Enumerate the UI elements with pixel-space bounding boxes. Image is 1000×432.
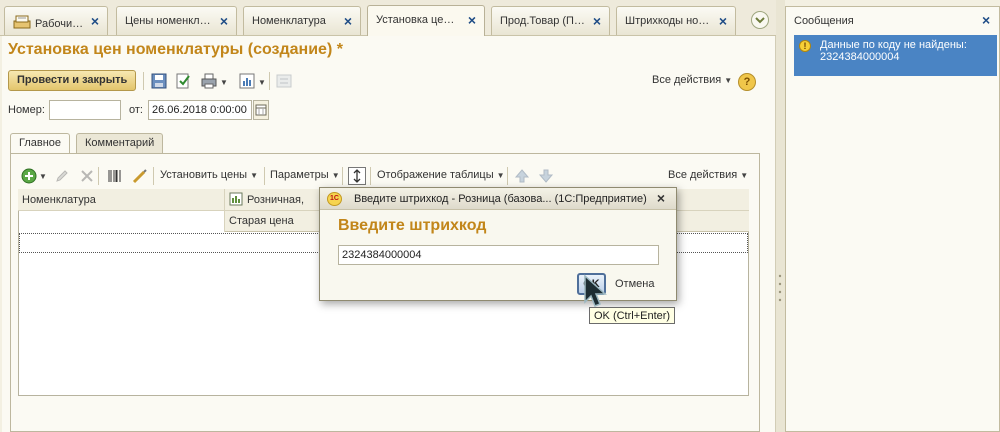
tab-label: Прод.Товар (П… [500,15,585,27]
structure-icon[interactable] [275,72,293,90]
toolbar-separator [342,167,343,185]
app-logo-icon: 1С [327,192,342,206]
number-field[interactable] [49,100,121,120]
panel-splitter[interactable] [776,0,785,432]
tab-prices[interactable]: Цены номенкл… × [116,6,237,35]
barcode-icon[interactable] [106,167,124,185]
column-old-price[interactable]: Старая цена [229,215,294,227]
close-icon[interactable]: × [652,190,670,207]
close-icon[interactable]: × [719,14,727,28]
arrow-up-icon[interactable] [513,167,531,185]
toolbar-separator [370,167,371,185]
page-title: Установка цен номенклатуры (создание) * [8,41,343,58]
calendar-icon[interactable] [253,100,269,120]
parameters-label: Параметры [270,169,329,181]
close-icon[interactable]: × [344,14,352,28]
mouse-cursor-icon [583,274,609,313]
table-all-actions-menu[interactable]: Все действия ▼ [668,169,748,181]
post-icon[interactable] [174,72,192,90]
column-divider[interactable] [224,189,225,232]
tab-label: Рабочи… [35,18,84,30]
close-icon[interactable]: × [468,13,476,27]
all-actions-label: Все действия [668,169,738,181]
tab-main[interactable]: Главное [10,133,71,154]
dialog-titlebar[interactable]: 1С Введите штрихкод - Розница (базова...… [320,188,676,210]
chevron-down-icon [755,17,765,24]
tab-bar: Рабочи… × Цены номенкл… × Номенклатура ×… [0,0,778,36]
barcode-input[interactable]: 2324384000004 [338,245,659,265]
column-retail[interactable]: Розничная, [247,194,304,206]
messages-panel: Сообщения × ! Данные по коду не найдены:… [785,6,1000,432]
toolbar-separator [98,167,99,185]
edit-icon[interactable] [53,167,71,185]
add-icon[interactable] [20,167,38,185]
toolbar-separator [269,72,270,90]
tab-label: Установка це… [376,14,455,26]
desktop-icon [13,15,31,29]
add-dropdown-icon[interactable]: ▼ [39,172,47,181]
tab-goods-sale[interactable]: Прод.Товар (П… × [491,6,610,35]
warning-icon: ! [799,40,811,52]
price-type-icon [229,192,243,209]
tab-label: Номенклатура [252,15,326,27]
help-icon[interactable]: ? [738,73,756,91]
fill-icon[interactable] [131,167,149,185]
close-icon[interactable]: × [982,12,990,28]
tab-barcodes[interactable]: Штрихкоды но… × [616,6,736,35]
message-text: Данные по коду не найдены: 2324384000004 [820,39,967,63]
messages-title: Сообщения [794,15,854,27]
all-actions-label: Все действия [652,74,722,86]
dialog-title: Введите штрихкод - Розница (базова... (1… [354,193,647,205]
tabs-menu-button[interactable] [751,11,769,29]
table-display-label: Отображение таблицы [377,169,494,181]
set-prices-menu[interactable]: Установить цены ▼ [160,169,258,181]
tab-desktop[interactable]: Рабочи… × [4,6,108,35]
table-display-menu[interactable]: Отображение таблицы ▼ [377,169,505,181]
tab-comment[interactable]: Комментарий [76,133,164,153]
toolbar-separator [153,167,154,185]
close-icon[interactable]: × [91,14,99,28]
close-icon[interactable]: × [220,14,228,28]
message-item[interactable]: ! Данные по коду не найдены: 23243840000… [794,35,997,76]
number-label: Номер: [8,104,45,116]
post-and-close-button[interactable]: Провести и закрыть [8,70,137,91]
splitter-handle[interactable] [778,273,782,307]
date-field[interactable]: 26.06.2018 0:00:00 [148,100,252,120]
date-label: от: [129,104,143,116]
delete-icon[interactable] [78,167,96,185]
print-dropdown-icon[interactable]: ▼ [220,78,228,87]
cancel-button[interactable]: Отмена [615,278,654,290]
save-icon[interactable] [150,72,168,90]
row-height-icon[interactable] [348,167,366,185]
toolbar-separator [507,167,508,185]
report-icon[interactable] [238,72,256,90]
column-nomenclature[interactable]: Номенклатура [22,194,96,206]
set-prices-label: Установить цены [160,169,248,181]
parameters-menu[interactable]: Параметры ▼ [270,169,340,181]
tab-label: Штрихкоды но… [625,15,710,27]
toolbar-separator [143,72,144,90]
all-actions-menu[interactable]: Все действия ▼ [652,74,732,86]
report-dropdown-icon[interactable]: ▼ [258,78,266,87]
close-icon[interactable]: × [593,14,601,28]
tab-label: Цены номенкл… [125,15,211,27]
barcode-dialog: 1С Введите штрихкод - Розница (базова...… [319,187,677,301]
toolbar-separator [264,167,265,185]
tab-nomenclature[interactable]: Номенклатура × [243,6,361,35]
print-icon[interactable] [200,72,218,90]
tab-price-setting[interactable]: Установка це… × [367,5,485,36]
arrow-down-icon[interactable] [537,167,555,185]
dialog-heading: Введите штрихкод [338,217,487,234]
